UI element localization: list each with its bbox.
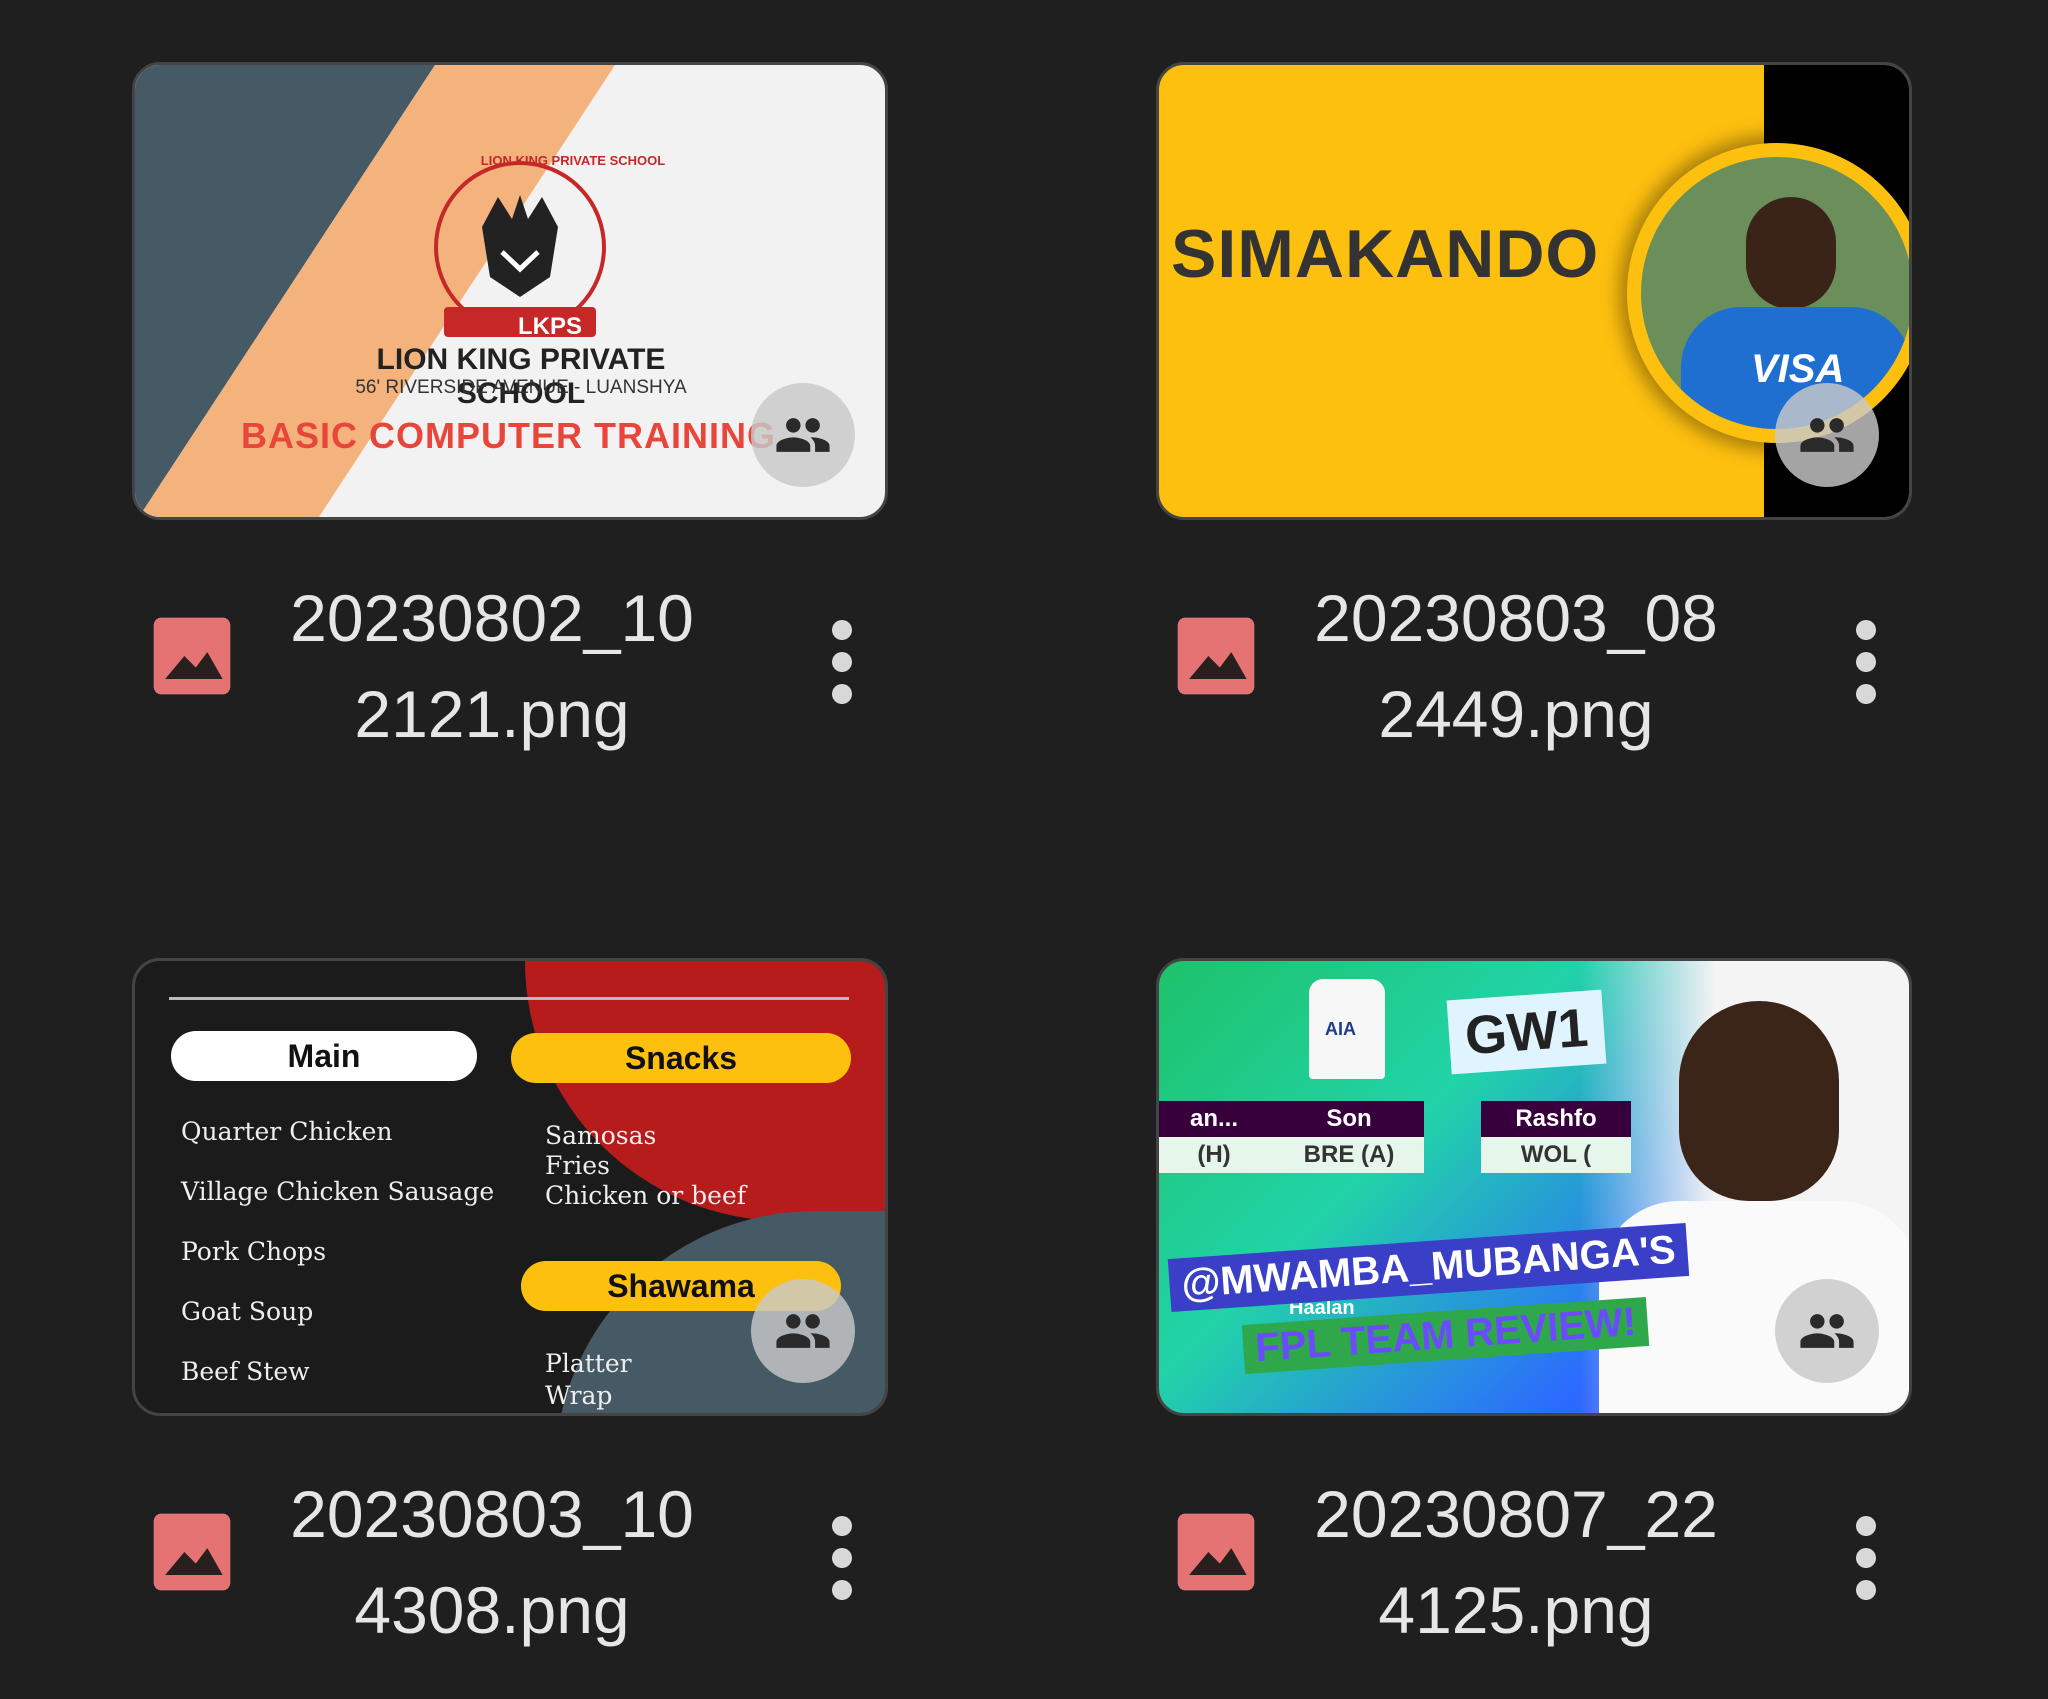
logo-text: LION KING PRIVATE SCHOOL [480, 153, 666, 168]
profile-photo: VISA [1627, 143, 1909, 443]
menu-item: Pork Chops [181, 1237, 327, 1266]
gameweek-label: GW1 [1446, 989, 1607, 1075]
shared-badge [751, 383, 855, 487]
people-icon [1800, 1314, 1854, 1348]
menu-item: Chicken or beef [545, 1181, 747, 1210]
file-name: 20230807_224125.png [1314, 1477, 1718, 1647]
more-vert-icon [1856, 620, 1876, 640]
menu-section-snacks: Snacks [511, 1033, 851, 1083]
file-name: 20230803_082449.png [1314, 581, 1718, 751]
image-icon [153, 1513, 231, 1591]
shared-badge [1775, 383, 1879, 487]
logo-abbreviation: LKPS [517, 313, 582, 340]
photo-figure [1746, 197, 1836, 309]
people-icon [776, 418, 830, 452]
player-name: Son [1274, 1101, 1424, 1137]
more-vert-dot [832, 1548, 852, 1568]
more-options-button[interactable] [822, 1508, 862, 1604]
image-icon [1177, 1513, 1255, 1591]
shirt-sponsor: AIA [1325, 1019, 1356, 1039]
divider [169, 997, 849, 1000]
menu-item: Fries [545, 1151, 610, 1180]
more-options-button[interactable] [822, 612, 862, 708]
file-info-row: 20230807_224125.png [1156, 1448, 1912, 1648]
file-thumbnail[interactable]: Main Snacks Shawama Quarter Chicken Vill… [132, 958, 888, 1416]
more-vert-dot [1856, 1548, 1876, 1568]
shared-badge [751, 1279, 855, 1383]
more-vert-dot [1856, 652, 1876, 672]
people-icon [1800, 418, 1854, 452]
file-name: 20230802_102121.png [290, 581, 694, 751]
player-card: Son BRE (A) [1274, 1101, 1424, 1173]
more-vert-dot [832, 1580, 852, 1600]
file-name: 20230803_104308.png [290, 1477, 694, 1647]
image-icon [1177, 617, 1255, 695]
player-card: an... (H) [1159, 1101, 1289, 1173]
course-title: BASIC COMPUTER TRAINING [241, 415, 776, 456]
menu-item: Goat Soup [181, 1297, 314, 1326]
person-photo [1679, 1001, 1839, 1201]
more-vert-dot [832, 684, 852, 704]
file-info-row: 20230803_082449.png [1156, 552, 1912, 752]
player-fixture: WOL ( [1481, 1137, 1631, 1173]
more-vert-dot [1856, 684, 1876, 704]
more-vert-icon [832, 620, 852, 640]
menu-item: Samosas [545, 1121, 657, 1150]
file-thumbnail[interactable]: LKPS LION KING PRIVATE SCHOOL LION KING … [132, 62, 888, 520]
more-options-button[interactable] [1846, 1508, 1886, 1604]
more-vert-dot [832, 652, 852, 672]
more-vert-icon [832, 1516, 852, 1536]
menu-item: Wrap [545, 1381, 613, 1410]
menu-item: Platter [545, 1349, 632, 1378]
shared-badge [1775, 1279, 1879, 1383]
image-icon [153, 617, 231, 695]
more-vert-dot [1856, 1580, 1876, 1600]
menu-item: Beef Stew [181, 1357, 310, 1386]
player-name: Rashfo [1481, 1101, 1631, 1137]
file-thumbnail[interactable]: AIA GW1 an... (H) Son BRE (A) Rashfo WOL… [1156, 958, 1912, 1416]
file-info-row: 20230802_102121.png [132, 552, 888, 752]
people-icon [776, 1314, 830, 1348]
menu-section-main: Main [171, 1031, 477, 1081]
file-info-row: 20230803_104308.png [132, 1448, 888, 1648]
file-thumbnail[interactable]: SIMAKANDO VISA [1156, 62, 1912, 520]
player-fixture: (H) [1159, 1137, 1289, 1173]
player-card: Rashfo WOL ( [1481, 1101, 1631, 1173]
school-address: 56' RIVERSIDE AVENUE - LUANSHYA [355, 377, 687, 398]
more-vert-icon [1856, 1516, 1876, 1536]
brand-title: SIMAKANDO [1171, 216, 1600, 292]
more-options-button[interactable] [1846, 612, 1886, 708]
player-fixture: BRE (A) [1274, 1137, 1424, 1173]
player-name: an... [1159, 1101, 1289, 1137]
menu-item: Quarter Chicken [181, 1117, 393, 1146]
menu-item: Village Chicken Sausage [181, 1177, 495, 1206]
